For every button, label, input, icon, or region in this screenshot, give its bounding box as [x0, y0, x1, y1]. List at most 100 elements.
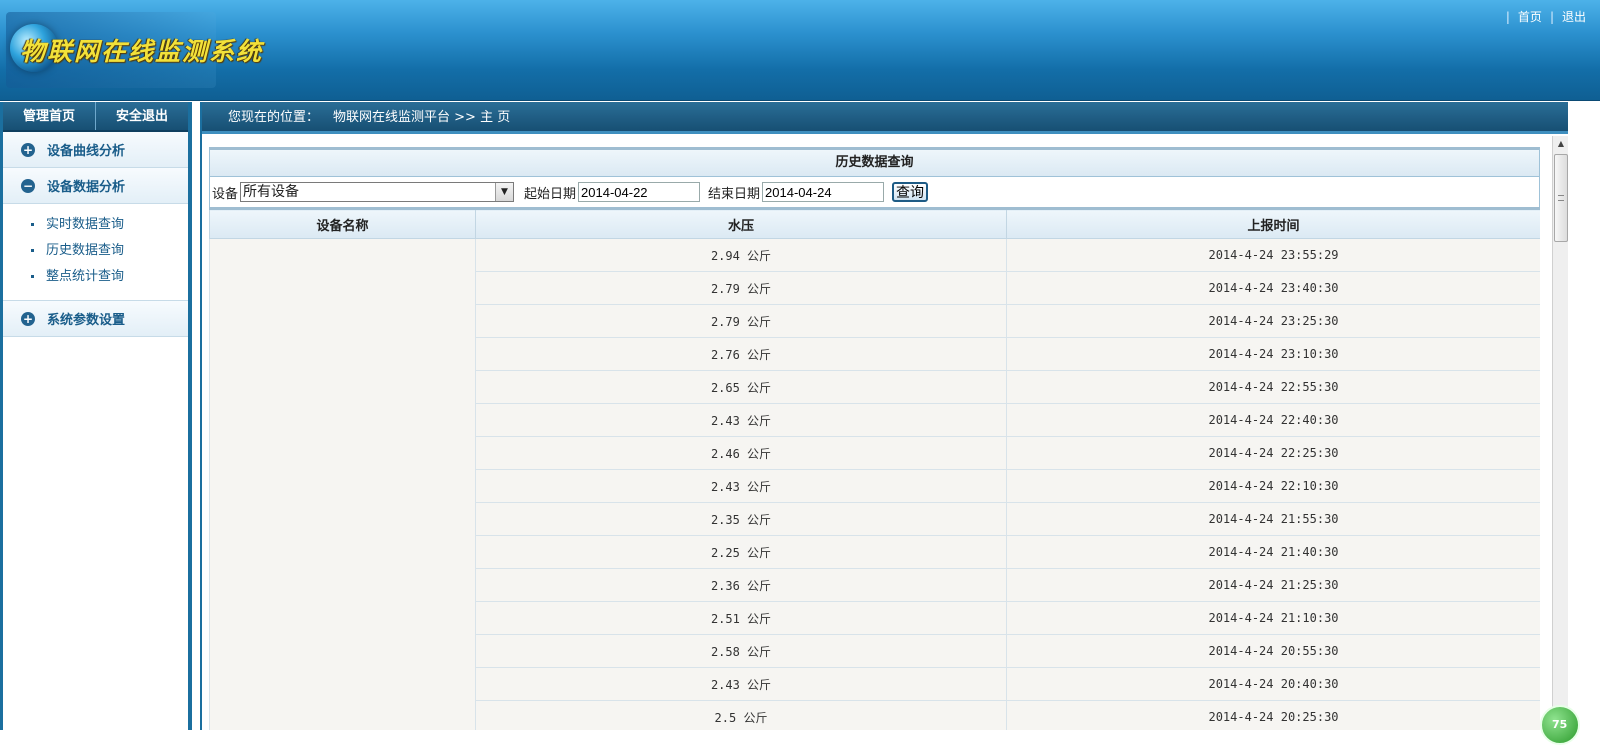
chevron-down-icon[interactable]: ▼ [495, 183, 514, 201]
table-row: 2.94 公斤 2014-4-24 23:55:29 [209, 238, 1540, 272]
cell-report-time: 2014-4-24 21:25:30 [1006, 568, 1540, 602]
cell-report-time: 2014-4-24 20:25:30 [1006, 700, 1540, 730]
cell-pressure: 2.51 公斤 [475, 601, 1007, 635]
cell-report-time: 2014-4-24 23:10:30 [1006, 337, 1540, 371]
cell-report-time: 2014-4-24 23:55:29 [1006, 238, 1540, 272]
cell-device-name [209, 568, 476, 602]
table-row: 2.79 公斤 2014-4-24 23:25:30 [209, 304, 1540, 338]
cell-device-name [209, 271, 476, 305]
cell-pressure: 2.43 公斤 [475, 403, 1007, 437]
cell-pressure: 2.43 公斤 [475, 667, 1007, 701]
panel-title: 历史数据查询 [209, 147, 1540, 177]
start-date-label: 起始日期 [524, 186, 577, 202]
scroll-thumb[interactable] [1554, 154, 1568, 242]
cell-pressure: 2.76 公斤 [475, 337, 1007, 371]
minus-circle-icon: − [21, 178, 35, 193]
cell-pressure: 2.58 公斤 [475, 634, 1007, 668]
menu-group-label: 设备曲线分析 [47, 144, 126, 159]
menu-group-system-params[interactable]: + 系统参数设置 [3, 301, 188, 337]
start-date-input[interactable] [578, 182, 701, 202]
menu-group-label: 设备数据分析 [47, 180, 126, 195]
cell-pressure: 2.25 公斤 [475, 535, 1007, 569]
tab-admin-home[interactable]: 管理首页 [3, 102, 95, 130]
table-row: 2.43 公斤 2014-4-24 22:40:30 [209, 403, 1540, 437]
device-select[interactable]: 所有设备 ▼ [240, 182, 515, 202]
app-header: 物联网在线监测系统 | 首页 | 退出 [0, 0, 1600, 101]
cell-device-name [209, 469, 476, 503]
cell-report-time: 2014-4-24 21:40:30 [1006, 535, 1540, 569]
logout-link[interactable]: 退出 [1562, 10, 1586, 24]
cell-device-name [209, 700, 476, 730]
column-header-time: 上报时间 [1006, 207, 1540, 239]
cell-device-name [209, 337, 476, 371]
tab-safe-exit[interactable]: 安全退出 [95, 102, 188, 130]
breadcrumb-path: 物联网在线监测平台 >> 主 页 [333, 110, 511, 125]
cell-device-name [209, 238, 476, 272]
content-area: 历史数据查询 设备 所有设备 ▼ 起始日期 结束日期 查询 设备名称 水压 上报… [209, 147, 1540, 730]
cell-pressure: 2.35 公斤 [475, 502, 1007, 536]
table-row: 2.58 公斤 2014-4-24 20:55:30 [209, 634, 1540, 668]
breadcrumb-prefix: 您现在的位置： [228, 110, 320, 125]
cell-pressure: 2.79 公斤 [475, 304, 1007, 338]
query-button[interactable]: 查询 [892, 182, 929, 202]
cell-device-name [209, 634, 476, 668]
table-row: 2.35 公斤 2014-4-24 21:55:30 [209, 502, 1540, 536]
cell-report-time: 2014-4-24 23:25:30 [1006, 304, 1540, 338]
end-date-input[interactable] [762, 182, 885, 202]
menu-item-history-query[interactable]: 历史数据查询 [3, 238, 188, 264]
end-date-label: 结束日期 [708, 186, 761, 202]
cell-report-time: 2014-4-24 20:40:30 [1006, 667, 1540, 701]
cell-pressure: 2.43 公斤 [475, 469, 1007, 503]
cell-pressure: 2.79 公斤 [475, 271, 1007, 305]
menu-group-curve-analysis[interactable]: + 设备曲线分析 [3, 132, 188, 168]
cell-report-time: 2014-4-24 22:25:30 [1006, 436, 1540, 470]
table-row: 2.51 公斤 2014-4-24 21:10:30 [209, 601, 1540, 635]
cell-device-name [209, 436, 476, 470]
bullet-icon [31, 249, 34, 252]
cell-report-time: 2014-4-24 21:55:30 [1006, 502, 1540, 536]
plus-circle-icon: + [21, 142, 35, 157]
table-row: 2.43 公斤 2014-4-24 22:10:30 [209, 469, 1540, 503]
table-row: 2.79 公斤 2014-4-24 23:40:30 [209, 271, 1540, 305]
cell-pressure: 2.65 公斤 [475, 370, 1007, 404]
column-header-device: 设备名称 [209, 207, 476, 239]
vertical-scrollbar[interactable]: ▲ [1552, 136, 1568, 730]
main-frame: 您现在的位置： 物联网在线监测平台 >> 主 页 历史数据查询 设备 所有设备 ▼… [200, 102, 1580, 745]
menu-item-realtime-query[interactable]: 实时数据查询 [3, 212, 188, 238]
menu-group-label: 系统参数设置 [47, 313, 126, 328]
cell-pressure: 2.94 公斤 [475, 238, 1007, 272]
breadcrumb: 您现在的位置： 物联网在线监测平台 >> 主 页 [202, 102, 1568, 134]
floating-badge[interactable]: 75 [1540, 705, 1580, 745]
cell-report-time: 2014-4-24 22:40:30 [1006, 403, 1540, 437]
cell-report-time: 2014-4-24 20:55:30 [1006, 634, 1540, 668]
table-row: 2.65 公斤 2014-4-24 22:55:30 [209, 370, 1540, 404]
cell-device-name [209, 535, 476, 569]
table-header-row: 设备名称 水压 上报时间 [209, 207, 1540, 239]
cell-device-name [209, 403, 476, 437]
cell-device-name [209, 304, 476, 338]
table-row: 2.76 公斤 2014-4-24 23:10:30 [209, 337, 1540, 371]
cell-device-name [209, 667, 476, 701]
column-header-pressure: 水压 [475, 207, 1007, 239]
history-table: 设备名称 水压 上报时间 2.94 公斤 2014-4-24 23:55:29 2.… [209, 207, 1540, 730]
left-tabs: 管理首页 安全退出 [3, 102, 188, 132]
plus-circle-icon: + [21, 311, 35, 326]
table-body: 2.94 公斤 2014-4-24 23:55:29 2.79 公斤 2014-4-2… [209, 238, 1540, 730]
cell-report-time: 2014-4-24 22:55:30 [1006, 370, 1540, 404]
menu-group-data-analysis[interactable]: − 设备数据分析 [3, 168, 188, 204]
top-links: | 首页 | 退出 [1505, 10, 1586, 24]
cell-device-name [209, 502, 476, 536]
cell-pressure: 2.46 公斤 [475, 436, 1007, 470]
bullet-icon [31, 223, 34, 226]
bullet-icon [31, 275, 34, 278]
menu-item-hourly-stats[interactable]: 整点统计查询 [3, 264, 188, 290]
cell-device-name [209, 601, 476, 635]
home-link[interactable]: 首页 [1518, 10, 1542, 24]
logo-text: 物联网在线监测系统 [20, 37, 264, 66]
menu-sub-list: 实时数据查询 历史数据查询 整点统计查询 [3, 204, 188, 301]
device-select-value: 所有设备 [243, 184, 300, 200]
device-label: 设备 [212, 186, 239, 202]
filter-bar: 设备 所有设备 ▼ 起始日期 结束日期 查询 [209, 177, 1540, 207]
table-row: 2.46 公斤 2014-4-24 22:25:30 [209, 436, 1540, 470]
scroll-up-icon[interactable]: ▲ [1553, 136, 1569, 152]
